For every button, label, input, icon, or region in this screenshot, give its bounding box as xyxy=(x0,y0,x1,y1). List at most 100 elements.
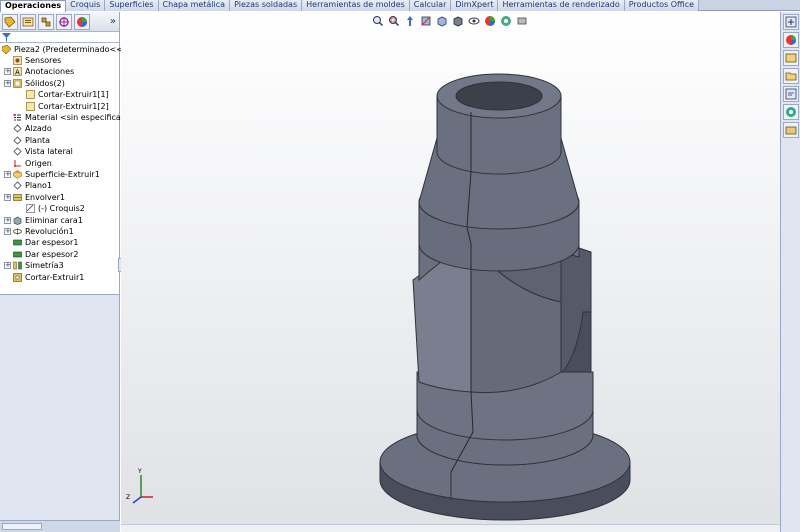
thicken-icon xyxy=(13,251,22,258)
feature-tree: Pieza2 (Predeterminado<<Pred Sensores + A A… xyxy=(0,43,141,295)
tree-item-label: Cortar-Extruir1[1] xyxy=(38,90,109,100)
plane-icon xyxy=(13,124,22,133)
plane-icon xyxy=(13,181,22,190)
viewport-scrollbar[interactable] xyxy=(121,524,780,532)
scroll-thumb[interactable] xyxy=(2,523,42,530)
tree-item[interactable]: Dar espesor2 xyxy=(13,249,78,260)
tree-item-label: Envolver1 xyxy=(25,192,66,202)
expand-panel-chevron-icon[interactable]: » xyxy=(110,16,116,27)
svg-text:Y: Y xyxy=(137,468,142,475)
tab-croquis[interactable]: Croquis xyxy=(66,0,106,11)
graphics-viewport[interactable]: Y Z xyxy=(121,12,780,532)
origin-icon xyxy=(14,159,21,167)
filter-funnel-icon[interactable] xyxy=(2,33,11,42)
svg-text:Z: Z xyxy=(126,494,130,501)
delete-face-icon xyxy=(13,216,22,225)
tree-item[interactable]: Eliminar cara1 xyxy=(13,215,83,226)
tree-item[interactable]: Alzado xyxy=(13,123,52,134)
plane-icon xyxy=(13,147,22,156)
mirror-icon xyxy=(13,261,22,270)
3d-part-model[interactable] xyxy=(121,12,780,532)
tab-superficies[interactable]: Superficies xyxy=(105,0,159,11)
tree-item-label: Sensores xyxy=(25,56,62,65)
tree-item-label: Simetría3 xyxy=(25,261,64,271)
annotation-icon: A xyxy=(13,67,22,76)
tab-productos-office[interactable]: Productos Office xyxy=(624,0,700,11)
svg-text:A: A xyxy=(15,69,20,77)
tree-item-label: Plano1 xyxy=(25,181,53,191)
thicken-icon xyxy=(13,240,22,246)
tab-operaciones[interactable]: Operaciones xyxy=(0,0,67,12)
tab-herramientas-de-renderizado[interactable]: Herramientas de renderizado xyxy=(498,0,625,11)
sketch-icon xyxy=(26,204,35,213)
display-manager-tab-icon[interactable] xyxy=(74,13,90,30)
panel-scrollbar[interactable] xyxy=(0,520,120,532)
appearances-icon[interactable] xyxy=(782,32,799,48)
tree-expand-toggle[interactable]: + xyxy=(4,79,11,87)
tree-item[interactable]: Superficie-Extruir1 xyxy=(13,169,100,180)
sensor-icon xyxy=(13,56,22,65)
tree-item[interactable]: A Anotaciones xyxy=(13,66,74,77)
tree-item[interactable]: Vista lateral xyxy=(13,146,73,157)
command-manager-tabs: Operaciones Croquis Superficies Chapa metál… xyxy=(0,0,800,12)
reference-triad-icon: Y Z xyxy=(126,468,153,504)
plane-icon xyxy=(13,136,22,145)
tree-item-label: Superficie-Extruir1 xyxy=(25,170,100,179)
tree-item-label: Dar espesor1 xyxy=(25,238,79,248)
tree-item-label: Alzado xyxy=(25,124,52,134)
file-explorer-icon[interactable] xyxy=(782,68,799,84)
tree-item[interactable]: Material <sin especificar> xyxy=(13,112,131,123)
view-palette-icon[interactable] xyxy=(782,104,799,120)
tab-chapa-met-lica[interactable]: Chapa metálica xyxy=(158,0,231,11)
tree-root[interactable]: Pieza2 (Predeterminado<<Pred xyxy=(2,44,141,55)
tree-item-label: Eliminar cara1 xyxy=(25,215,83,225)
tree-item[interactable]: Planta xyxy=(13,135,50,146)
revolve-icon xyxy=(13,228,22,235)
tree-item-label: Sólidos(2) xyxy=(25,78,65,88)
tree-item[interactable]: Sensores xyxy=(13,55,61,66)
tree-item[interactable]: Envolver1 xyxy=(13,192,65,203)
task-pane xyxy=(780,12,800,532)
tree-item[interactable]: Origen xyxy=(13,158,52,169)
surface-icon xyxy=(13,170,22,179)
property-manager-tab-icon[interactable] xyxy=(20,13,36,30)
tree-expand-toggle[interactable]: + xyxy=(4,193,11,201)
tree-item[interactable]: Simetría3 xyxy=(13,260,64,271)
tree-item-label: Planta xyxy=(25,135,51,145)
tree-item-label: Origen xyxy=(25,158,52,168)
design-library-icon[interactable] xyxy=(782,50,799,66)
body-icon xyxy=(26,101,35,111)
tree-filter-row[interactable] xyxy=(0,32,119,43)
feature-manager-panel: » Pieza2 (Predeterminado<<Pred Sensores +… xyxy=(0,12,141,532)
tree-expand-toggle[interactable]: + xyxy=(4,68,11,76)
tree-item[interactable]: Cortar-Extruir1[2] xyxy=(26,101,109,112)
search-icon[interactable] xyxy=(782,86,799,102)
tree-expand-toggle[interactable]: + xyxy=(4,228,11,235)
tree-item-label: Cortar-Extruir1[2] xyxy=(38,101,109,111)
tree-item[interactable]: Sólidos(2) xyxy=(13,78,65,89)
tree-expand-toggle[interactable]: + xyxy=(4,262,11,270)
tab-piezas-soldadas[interactable]: Piezas soldadas xyxy=(230,0,303,11)
tab-calcular[interactable]: Calcular xyxy=(409,0,452,11)
tree-item[interactable]: (-) Croquis2 xyxy=(26,203,85,214)
tree-item[interactable]: Plano1 xyxy=(13,180,52,191)
tree-expand-toggle[interactable]: + xyxy=(4,171,11,178)
tree-item[interactable]: Cortar-Extruir1[1] xyxy=(26,89,109,100)
tree-item[interactable]: Revolución1 xyxy=(13,226,74,237)
tree-item-label: Vista lateral xyxy=(25,147,73,157)
configuration-manager-tab-icon[interactable] xyxy=(38,13,54,30)
custom-properties-icon[interactable] xyxy=(782,122,799,138)
tab-dimxpert[interactable]: DimXpert xyxy=(451,0,499,11)
solidworks-resources-icon[interactable] xyxy=(782,14,799,30)
panel-toolbar: » xyxy=(0,12,119,32)
tab-herramientas-de-moldes[interactable]: Herramientas de moldes xyxy=(302,0,410,11)
tree-item-label: Material <sin especificar> xyxy=(25,113,131,122)
tree-item-label: Anotaciones xyxy=(25,67,75,77)
tree-item[interactable]: Cortar-Extruir1 xyxy=(13,272,84,283)
tree-expand-toggle[interactable]: + xyxy=(4,216,11,224)
tree-item[interactable]: Dar espesor1 xyxy=(13,237,78,248)
tree-item-label: Cortar-Extruir1 xyxy=(25,272,85,282)
dimxpert-manager-tab-icon[interactable] xyxy=(56,13,72,30)
tree-item-label: Dar espesor2 xyxy=(25,249,79,259)
feature-manager-tab-icon[interactable] xyxy=(2,13,18,30)
